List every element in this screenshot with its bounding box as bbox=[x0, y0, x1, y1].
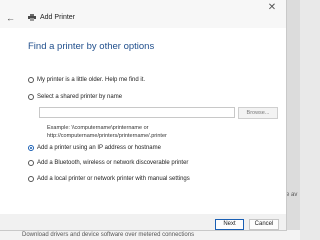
option-shared-printer[interactable]: Select a shared printer by name bbox=[28, 94, 122, 100]
option-label: Add a local printer or network printer w… bbox=[37, 176, 190, 182]
shared-printer-input[interactable] bbox=[39, 107, 235, 118]
example-text: Example: \\computername\printername or h… bbox=[47, 125, 167, 140]
browse-button[interactable]: Browse... bbox=[238, 107, 278, 119]
back-arrow-icon[interactable]: ← bbox=[6, 13, 15, 23]
radio-button[interactable] bbox=[28, 176, 34, 182]
option-local-manual[interactable]: Add a local printer or network printer w… bbox=[28, 176, 190, 182]
option-ip-address[interactable]: Add a printer using an IP address or hos… bbox=[28, 145, 161, 151]
option-label: Add a Bluetooth, wireless or network dis… bbox=[37, 160, 189, 166]
printer-icon bbox=[28, 14, 36, 21]
cancel-button[interactable]: Cancel bbox=[249, 219, 279, 230]
radio-button[interactable] bbox=[28, 160, 34, 166]
option-label: My printer is a little older. Help me fi… bbox=[37, 77, 146, 83]
add-printer-dialog: ✕ ← Add Printer Find a printer by other … bbox=[0, 0, 287, 231]
background-settings-text: Download drivers and device software ove… bbox=[22, 232, 195, 238]
background-text-fragment: e av bbox=[286, 192, 298, 198]
next-button[interactable]: Next bbox=[215, 219, 244, 230]
option-label: Select a shared printer by name bbox=[37, 94, 123, 100]
option-older-printer[interactable]: My printer is a little older. Help me fi… bbox=[28, 77, 145, 83]
option-bluetooth-wireless[interactable]: Add a Bluetooth, wireless or network dis… bbox=[28, 160, 188, 166]
page-heading: Find a printer by other options bbox=[28, 41, 155, 52]
window-title: Add Printer bbox=[40, 14, 76, 21]
example-line: Example: \\computername\printername or bbox=[47, 125, 149, 131]
option-label: Add a printer using an IP address or hos… bbox=[37, 145, 161, 151]
radio-button[interactable] bbox=[28, 77, 34, 83]
close-icon[interactable]: ✕ bbox=[265, 2, 279, 14]
example-line: http://computername/printers/printername… bbox=[47, 132, 167, 139]
background-window-edge bbox=[286, 0, 300, 240]
radio-button[interactable] bbox=[28, 94, 34, 100]
radio-button-selected[interactable] bbox=[28, 145, 34, 151]
